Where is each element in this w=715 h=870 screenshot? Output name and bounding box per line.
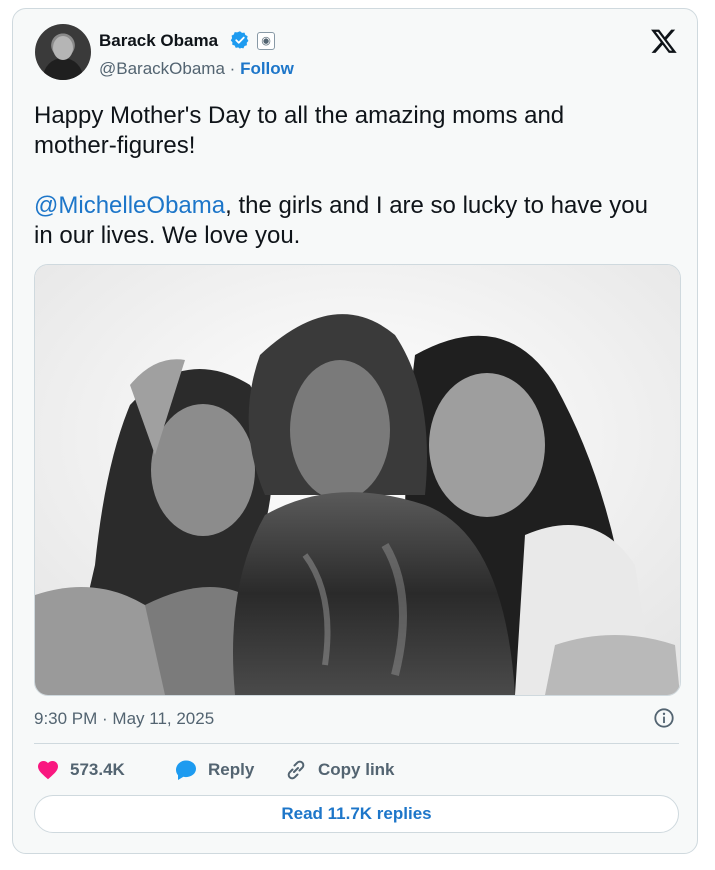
tweet-line: in our lives. We love you. — [34, 222, 301, 249]
tweet-line-text: , the girls and I are so lucky to have y… — [225, 192, 649, 219]
x-logo-icon[interactable] — [649, 27, 679, 55]
separator: · — [229, 59, 236, 78]
tweet-line: Happy Mother's Day to all the amazing mo… — [34, 102, 565, 129]
heart-icon — [38, 761, 58, 780]
tweet-line: mother-figures! — [34, 132, 196, 159]
link-icon — [287, 760, 305, 780]
tweet-text: Happy Mother's Day to all the amazing mo… — [34, 101, 684, 251]
verified-badge-icon — [230, 31, 249, 49]
avatar[interactable] — [35, 24, 91, 80]
government-seal-icon: ◉ — [257, 32, 275, 50]
handle-row: @BarackObama · Follow — [99, 59, 294, 79]
avatar-suit — [43, 58, 83, 80]
avatar-face — [53, 36, 73, 60]
tweet-card: Barack Obama ◉ @BarackObama · Follow Hap… — [12, 8, 698, 854]
family-photo-image — [35, 265, 680, 695]
author-handle[interactable]: @BarackObama — [99, 59, 225, 78]
copy-link-label: Copy link — [318, 760, 395, 779]
reply-label: Reply — [208, 760, 255, 779]
follow-button[interactable]: Follow — [240, 59, 294, 78]
reply-button[interactable]: Reply — [174, 757, 254, 783]
divider — [34, 743, 679, 744]
tweet-photo[interactable] — [34, 264, 681, 696]
copy-link-button[interactable]: Copy link — [284, 757, 395, 783]
author-name[interactable]: Barack Obama — [99, 31, 218, 51]
like-button[interactable]: 573.4K — [36, 757, 125, 783]
reply-bubble-icon — [176, 760, 196, 780]
action-bar: 573.4K Reply Copy link — [34, 757, 679, 783]
read-replies-button[interactable]: Read 11.7K replies — [34, 795, 679, 833]
info-icon[interactable] — [653, 707, 675, 729]
mention-link[interactable]: @MichelleObama — [34, 192, 225, 219]
like-count: 573.4K — [70, 760, 125, 779]
timestamp[interactable]: 9:30 PM · May 11, 2025 — [34, 709, 214, 729]
tweet-line: @MichelleObama, the girls and I are so l… — [34, 191, 684, 221]
